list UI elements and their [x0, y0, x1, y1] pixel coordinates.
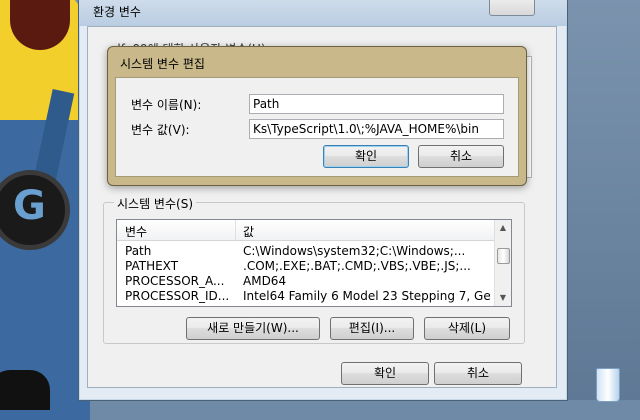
variable-value-label: 변수 값(V): — [131, 123, 190, 137]
cancel-button[interactable]: 취소 — [434, 362, 522, 385]
row-value: Intel64 Family 6 Model 23 Stepping 7, Ge — [243, 289, 491, 303]
variable-value-field[interactable]: Ks\TypeScript\1.0\;%JAVA_HOME%\bin — [249, 119, 504, 139]
vertical-scrollbar[interactable]: ▲ ▼ — [494, 220, 511, 306]
dialog-ok-button[interactable]: 확인 — [323, 145, 409, 168]
window-title-bar[interactable]: 환경 변수 — [79, 0, 567, 26]
dialog-cancel-button[interactable]: 취소 — [418, 145, 504, 168]
close-button[interactable] — [489, 0, 535, 16]
table-row[interactable]: Path C:\Windows\system32;C:\Windows;... — [117, 244, 495, 258]
column-header-value[interactable]: 값 — [243, 223, 254, 240]
row-value: AMD64 — [243, 274, 287, 288]
window-title: 환경 변수 — [93, 5, 141, 19]
table-row[interactable]: PROCESSOR_ID... Intel64 Family 6 Model 2… — [117, 289, 495, 303]
ok-button[interactable]: 확인 — [341, 362, 429, 385]
column-header-name[interactable]: 변수 — [125, 223, 147, 240]
row-name: Path — [125, 244, 152, 258]
table-row[interactable]: PROCESSOR_A... AMD64 — [117, 274, 495, 288]
system-variables-label: 시스템 변수(S) — [114, 195, 196, 212]
dialog-title: 시스템 변수 편집 — [120, 57, 205, 71]
system-variables-list[interactable]: 변수 값 Path C:\Windows\system32;C:\Windows… — [116, 219, 512, 307]
recycle-bin-icon[interactable] — [588, 362, 626, 402]
edit-variable-button[interactable]: 편집(I)... — [330, 317, 414, 340]
variable-name-field[interactable]: Path — [249, 94, 504, 114]
new-variable-button[interactable]: 새로 만들기(W)... — [186, 317, 320, 340]
row-value: .COM;.EXE;.BAT;.CMD;.VBS;.VBE;.JS;... — [243, 259, 471, 273]
delete-variable-button[interactable]: 삭제(L) — [424, 317, 510, 340]
variable-name-label: 변수 이름(N): — [131, 98, 202, 112]
row-name: PROCESSOR_A... — [125, 274, 225, 288]
row-value: C:\Windows\system32;C:\Windows;... — [243, 244, 466, 258]
scroll-down-icon[interactable]: ▼ — [495, 290, 511, 306]
table-row[interactable]: PATHEXT .COM;.EXE;.BAT;.CMD;.VBS;.VBE;.J… — [117, 259, 495, 273]
row-name: PROCESSOR_ID... — [125, 289, 230, 303]
row-name: PATHEXT — [125, 259, 179, 273]
scroll-up-icon[interactable]: ▲ — [495, 220, 511, 236]
list-header: 변수 값 — [117, 220, 495, 241]
scroll-thumb[interactable] — [497, 248, 510, 264]
minion-shoe — [0, 370, 50, 410]
